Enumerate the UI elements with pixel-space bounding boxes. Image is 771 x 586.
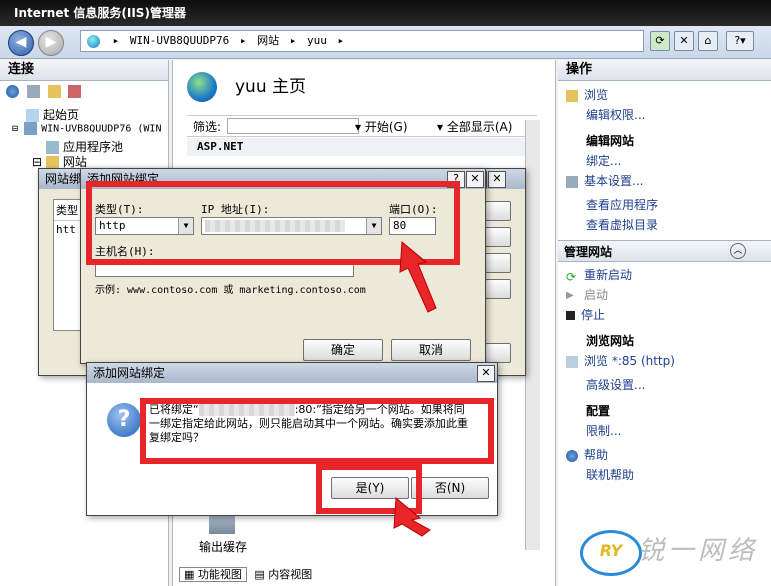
arrow-to-port [399, 240, 437, 313]
arrow-to-yes [393, 496, 431, 537]
annotation-arrows [393, 240, 437, 537]
